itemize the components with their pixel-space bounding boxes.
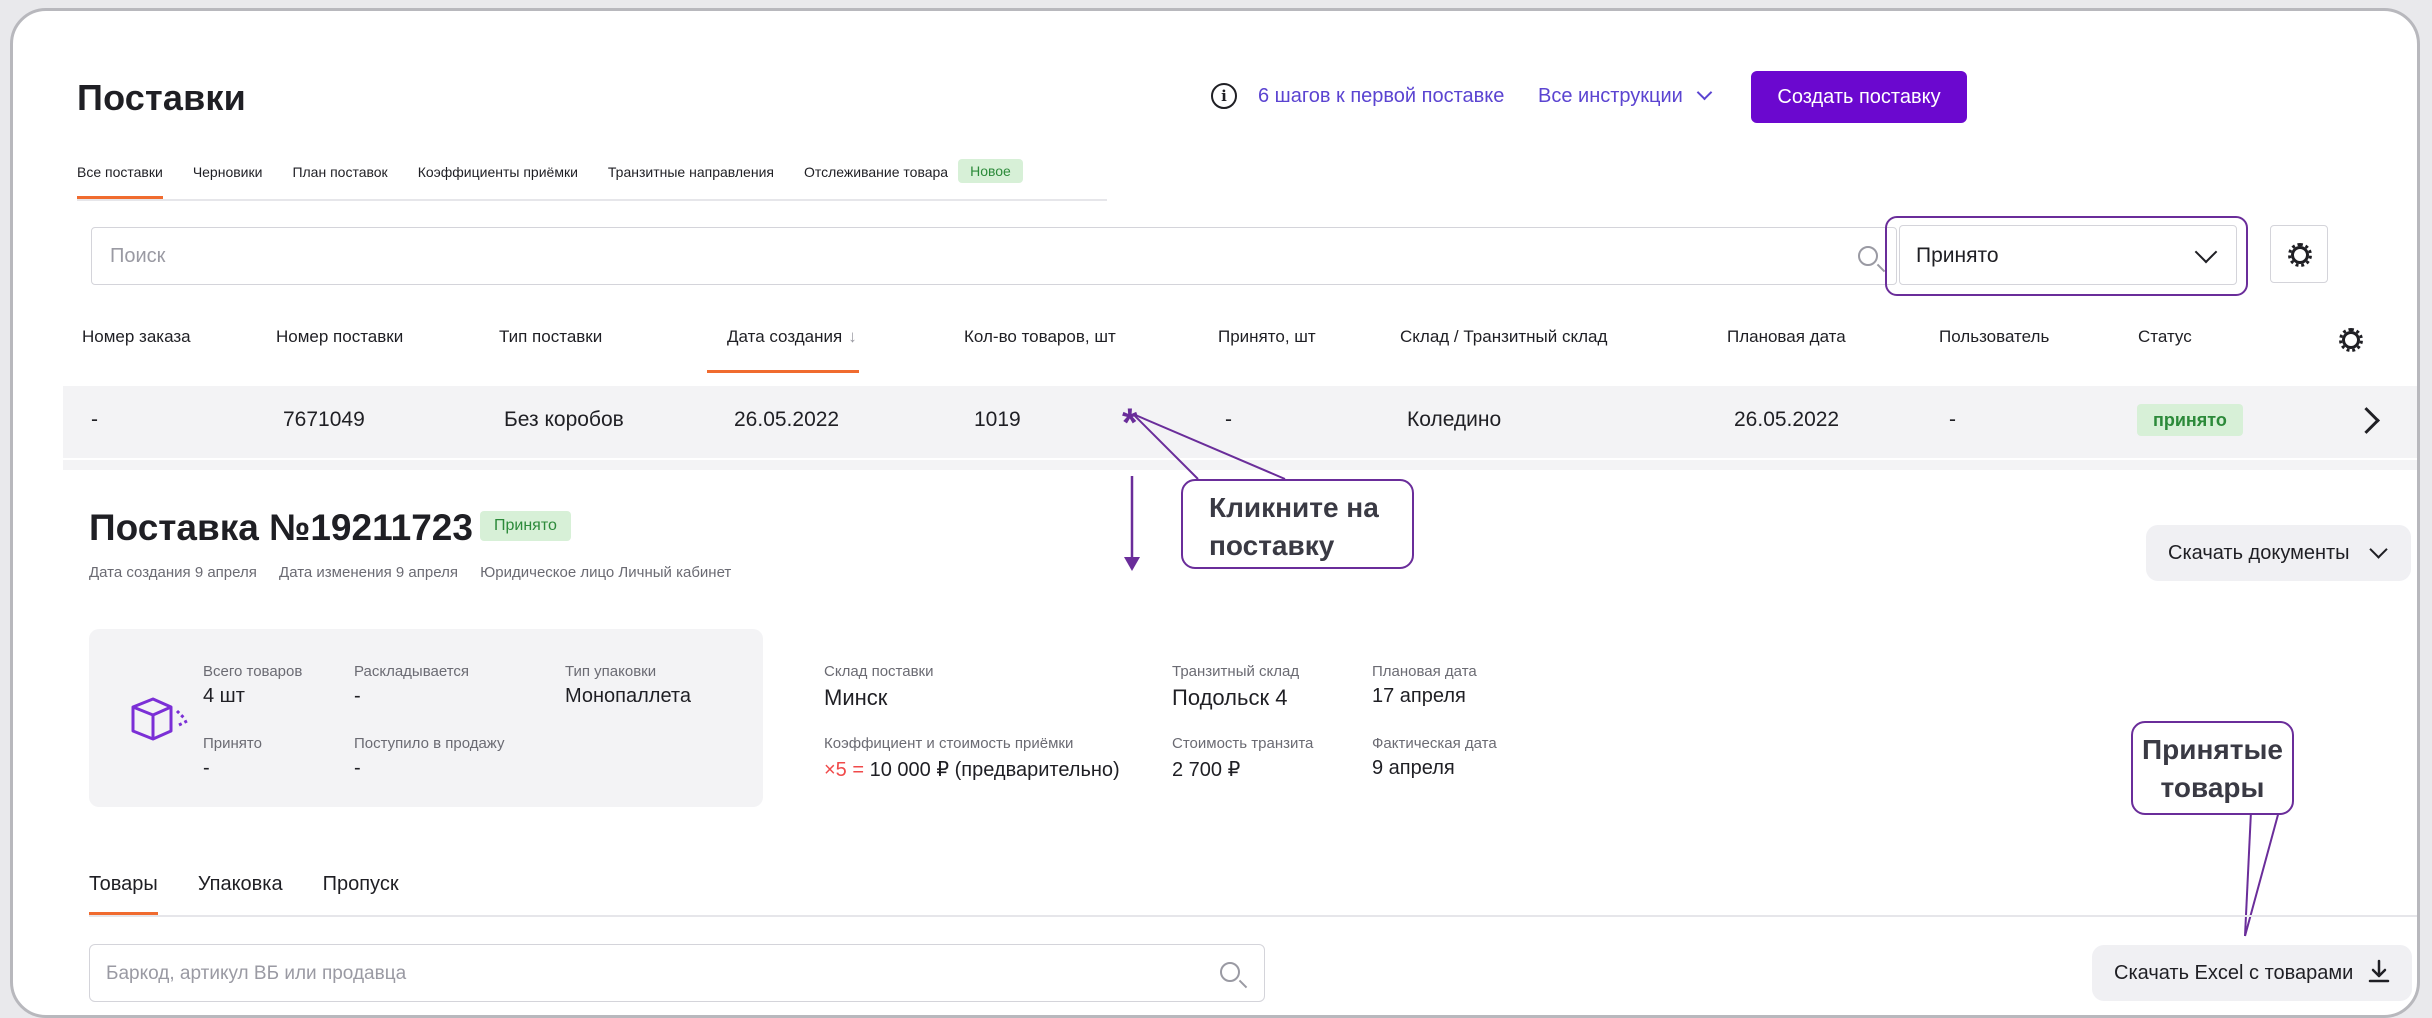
supply-meta: Дата создания 9 апреля Дата изменения 9 … [89, 564, 749, 581]
actual-date-label: Фактическая дата [1372, 735, 1497, 752]
tab-goods[interactable]: Товары [89, 869, 158, 915]
tab-packaging[interactable]: Упаковка [198, 869, 283, 913]
coefficient-multiplier: ×5 = [824, 759, 865, 781]
supply-status-badge: Принято [480, 511, 571, 541]
coefficient-cost: 10 000 ₽ (предварительно) [869, 759, 1120, 781]
actual-date-value: 9 апреля [1372, 757, 1455, 779]
total-goods-value: 4 шт [203, 685, 245, 707]
annotation-click-supply: Кликните на поставку [1181, 479, 1414, 569]
tab-pass[interactable]: Пропуск [323, 869, 399, 913]
accepted-label: Принято [203, 735, 262, 752]
transit-cost-label: Стоимость транзита [1172, 735, 1314, 752]
detail-tabs: Товары Упаковка Пропуск [89, 869, 2417, 917]
planned-date-value: 17 апреля [1372, 685, 1466, 707]
pack-type-value: Монопаллета [565, 685, 691, 707]
pack-type-label: Тип упаковки [565, 663, 657, 680]
download-documents-button[interactable]: Скачать документы [2146, 525, 2411, 581]
supply-detail-title: Поставка №19211723 [89, 507, 473, 548]
warehouse-label: Склад поставки [824, 663, 934, 680]
laying-out-value: - [354, 685, 361, 707]
annotation-accepted-goods: Принятые товары [2131, 721, 2294, 815]
download-excel-label: Скачать Excel с товарами [2114, 962, 2354, 984]
coefficient-value: ×5 = 10 000 ₽ (предварительно) [824, 757, 1120, 782]
box-icon [131, 697, 188, 741]
download-excel-button[interactable]: Скачать Excel с товарами [2092, 945, 2412, 1001]
goods-search-input[interactable]: Баркод, артикул ВБ или продавца [89, 944, 1265, 1002]
annotation-line: Принятые [2142, 734, 2283, 765]
annotation-pointer-line [1132, 413, 1286, 480]
chevron-down-icon [2369, 540, 2388, 559]
transit-warehouse-label: Транзитный склад [1172, 663, 1300, 680]
coefficient-label: Коэффициент и стоимость приёмки [824, 735, 1074, 752]
on-sale-label: Поступило в продажу [354, 735, 505, 752]
download-icon [2368, 959, 2390, 983]
annotation-line: Кликните на [1209, 492, 1379, 523]
annotation-line: поставку [1209, 530, 1335, 561]
meta-modified: Дата изменения 9 апреля [279, 564, 458, 581]
transit-cost-value: 2 700 ₽ [1172, 759, 1241, 781]
total-goods-label: Всего товаров [203, 663, 303, 680]
meta-created: Дата создания 9 апреля [89, 564, 257, 581]
laying-out-label: Раскладывается [354, 663, 470, 680]
accepted-value: - [203, 757, 210, 779]
goods-search-placeholder: Баркод, артикул ВБ или продавца [106, 963, 407, 984]
planned-date-label: Плановая дата [1372, 663, 1477, 680]
on-sale-value: - [354, 757, 361, 779]
meta-legal-entity: Юридическое лицо Личный кабинет [480, 564, 732, 581]
window-frame: Поставки i 6 шагов к первой поставке Все… [10, 8, 2420, 1018]
annotation-pointer-line [1132, 413, 1199, 480]
transit-warehouse-value: Подольск 4 [1172, 685, 1288, 710]
download-documents-label: Скачать документы [2168, 542, 2350, 564]
annotation-line: товары [2160, 772, 2265, 803]
supply-summary-card: Всего товаров 4 шт Раскладывается - Тип … [89, 629, 763, 807]
warehouse-value: Минск [824, 685, 888, 710]
search-icon[interactable] [1220, 962, 1240, 982]
annotation-arrow-head [1124, 557, 1140, 571]
